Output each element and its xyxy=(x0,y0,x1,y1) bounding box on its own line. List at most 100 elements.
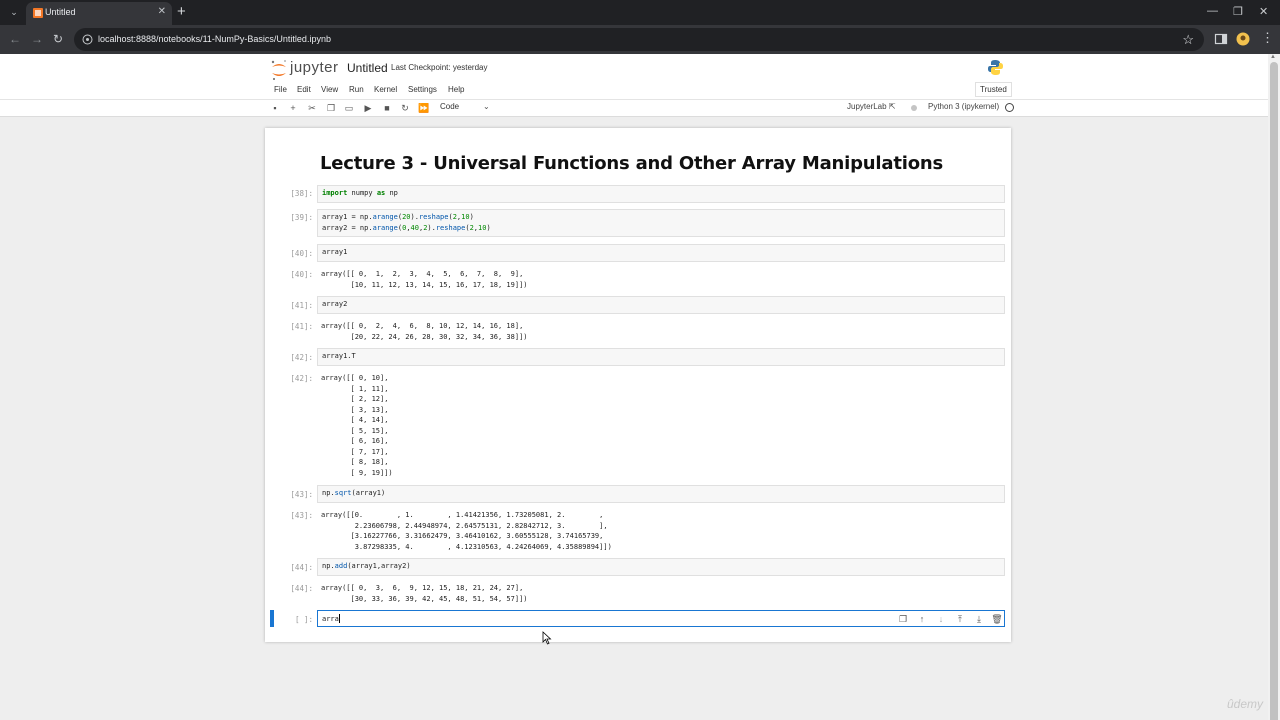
output-line: array([[0. , 1. , 1.41421356, 1.73205081… xyxy=(321,511,604,519)
bookmark-star-icon[interactable]: ☆ xyxy=(1182,32,1194,48)
output-prompt: [40]: xyxy=(290,270,313,279)
kernel-indicator-icon xyxy=(911,105,917,111)
back-icon[interactable]: ← xyxy=(9,32,21,46)
output-line: [ 6, 16], xyxy=(321,437,389,445)
chevron-down-icon[interactable]: ⌄ xyxy=(483,102,490,111)
code-cell[interactable]: array1.T xyxy=(317,348,1005,366)
tab-close-icon[interactable]: ✕ xyxy=(158,6,166,17)
browser-toolbar: ← → ↻ localhost:8888/notebooks/11-NumPy-… xyxy=(0,25,1280,54)
cut-icon[interactable]: ✂ xyxy=(305,101,319,115)
active-code-cell[interactable]: arra ❐ ↑ ↓ ⤒ ⤓ 🗑 xyxy=(317,610,1005,627)
maximize-icon[interactable]: ❐ xyxy=(1233,5,1243,18)
paste-icon[interactable]: ▭ xyxy=(342,101,356,115)
markdown-heading[interactable]: Lecture 3 - Universal Functions and Othe… xyxy=(320,153,943,174)
output-line: [10, 11, 12, 13, 14, 15, 16, 17, 18, 19]… xyxy=(321,281,528,289)
output-line: 2.23606798, 2.44948974, 2.64575131, 2.82… xyxy=(321,521,608,530)
menu-settings[interactable]: Settings xyxy=(408,85,437,94)
kernel-name[interactable]: Python 3 (ipykernel) xyxy=(928,102,999,111)
last-checkpoint: Last Checkpoint: yesterday xyxy=(391,63,488,72)
jupyter-logo-icon[interactable] xyxy=(270,58,288,82)
move-up-icon[interactable]: ↑ xyxy=(916,614,928,625)
code-cell[interactable]: np.add(array1,array2) xyxy=(317,558,1005,576)
menu-edit[interactable]: Edit xyxy=(297,85,311,94)
window-close-icon[interactable]: ✕ xyxy=(1259,5,1268,18)
input-prompt: [40]: xyxy=(290,249,313,258)
menu-file[interactable]: File xyxy=(274,85,287,94)
interrupt-icon[interactable]: ■ xyxy=(380,101,394,115)
output-line: [3.16227766, 3.31662479, 3.46410162, 3.6… xyxy=(321,532,604,540)
scroll-thumb[interactable] xyxy=(1270,62,1278,720)
copy-icon[interactable]: ❐ xyxy=(324,101,338,115)
output-line: [ 8, 18], xyxy=(321,458,389,466)
output-line: [ 9, 19]]) xyxy=(321,468,393,477)
cell-type-select[interactable]: Code xyxy=(440,102,459,111)
toolbar-divider xyxy=(0,99,1268,100)
jupyterlab-link[interactable]: JupyterLab ⇱ xyxy=(847,102,896,111)
browser-tabstrip: ⌄ Untitled ✕ + — ❐ ✕ xyxy=(0,0,1280,25)
notebook-title[interactable]: Untitled xyxy=(347,61,388,75)
run-icon[interactable]: ▶ xyxy=(361,101,375,115)
active-cell-editor[interactable]: arra xyxy=(322,614,340,623)
insert-above-icon[interactable]: ⤒ xyxy=(954,614,966,625)
code-line: array1 xyxy=(322,248,348,256)
input-prompt: [43]: xyxy=(290,490,313,499)
text-caret xyxy=(338,614,340,623)
menu-kernel[interactable]: Kernel xyxy=(374,85,397,94)
jupyter-favicon-icon xyxy=(33,8,43,18)
restart-run-all-icon[interactable]: ⏩ xyxy=(417,101,431,115)
output-line: array([[ 0, 10], xyxy=(321,374,389,382)
new-tab-icon[interactable]: + xyxy=(177,3,186,20)
menu-view[interactable]: View xyxy=(321,85,338,94)
output-line: [ 7, 17], xyxy=(321,447,389,456)
profile-avatar-icon[interactable] xyxy=(1236,32,1250,46)
menu-help[interactable]: Help xyxy=(448,85,464,94)
insert-cell-icon[interactable]: + xyxy=(286,101,300,115)
duplicate-cell-icon[interactable]: ❐ xyxy=(897,614,909,625)
save-icon[interactable]: ▪ xyxy=(268,101,282,115)
page-scrollbar[interactable]: ▲ xyxy=(1268,54,1280,720)
output-line: [ 4, 14], xyxy=(321,416,389,424)
kernel-status-icon xyxy=(1005,103,1014,112)
code-cell[interactable]: array2 xyxy=(317,296,1005,314)
jupyterlab-label: JupyterLab xyxy=(847,102,887,111)
scroll-up-icon[interactable]: ▲ xyxy=(1270,54,1276,60)
mouse-cursor-icon xyxy=(542,631,552,645)
input-prompt: [ ]: xyxy=(294,615,313,624)
menu-run[interactable]: Run xyxy=(349,85,364,94)
trusted-badge[interactable]: Trusted xyxy=(975,82,1012,97)
browser-menu-icon[interactable]: ⋮ xyxy=(1261,30,1274,46)
insert-below-icon[interactable]: ⤓ xyxy=(973,614,985,625)
output-line: [ 3, 13], xyxy=(321,405,389,414)
side-panel-icon[interactable] xyxy=(1214,32,1228,46)
minimize-icon[interactable]: — xyxy=(1207,5,1218,17)
output-prompt: [42]: xyxy=(290,374,313,383)
site-info-icon[interactable] xyxy=(82,34,93,45)
code-line: np.sqrt(array1) xyxy=(322,489,386,497)
output-line: [30, 33, 36, 39, 42, 45, 48, 51, 54, 57]… xyxy=(321,595,528,603)
browser-tab[interactable]: Untitled ✕ xyxy=(26,2,172,25)
restart-icon[interactable]: ↻ xyxy=(398,101,412,115)
code-cell[interactable]: array1 = np.arange(20).reshape(2,10) arr… xyxy=(317,209,1005,237)
jupyter-logo-text[interactable]: jupyter xyxy=(290,59,339,76)
input-prompt: [41]: xyxy=(290,301,313,310)
udemy-watermark: ûdemy xyxy=(1227,697,1264,711)
tab-search-icon[interactable]: ⌄ xyxy=(6,4,22,20)
output-line: [ 1, 11], xyxy=(321,384,389,393)
code-cell[interactable]: import numpy as np xyxy=(317,185,1005,203)
input-prompt: [44]: xyxy=(290,563,313,572)
reload-icon[interactable]: ↻ xyxy=(53,32,63,46)
code-cell[interactable]: np.sqrt(array1) xyxy=(317,485,1005,503)
output-prompt: [43]: xyxy=(290,511,313,520)
input-prompt: [42]: xyxy=(290,353,313,362)
delete-cell-icon[interactable]: 🗑 xyxy=(991,614,1003,625)
url-text: localhost:8888/notebooks/11-NumPy-Basics… xyxy=(98,34,331,44)
code-line: np.add(array1,array2) xyxy=(322,562,411,570)
move-down-icon[interactable]: ↓ xyxy=(935,614,947,625)
input-prompt: [39]: xyxy=(290,213,313,222)
code-cell[interactable]: array1 xyxy=(317,244,1005,262)
output-line: array([[ 0, 3, 6, 9, 12, 15, 18, 21, 24,… xyxy=(321,584,524,592)
forward-icon[interactable]: → xyxy=(31,32,43,46)
address-bar[interactable]: localhost:8888/notebooks/11-NumPy-Basics… xyxy=(74,28,1204,51)
input-prompt: [38]: xyxy=(290,189,313,198)
output-line: [ 5, 15], xyxy=(321,426,389,435)
